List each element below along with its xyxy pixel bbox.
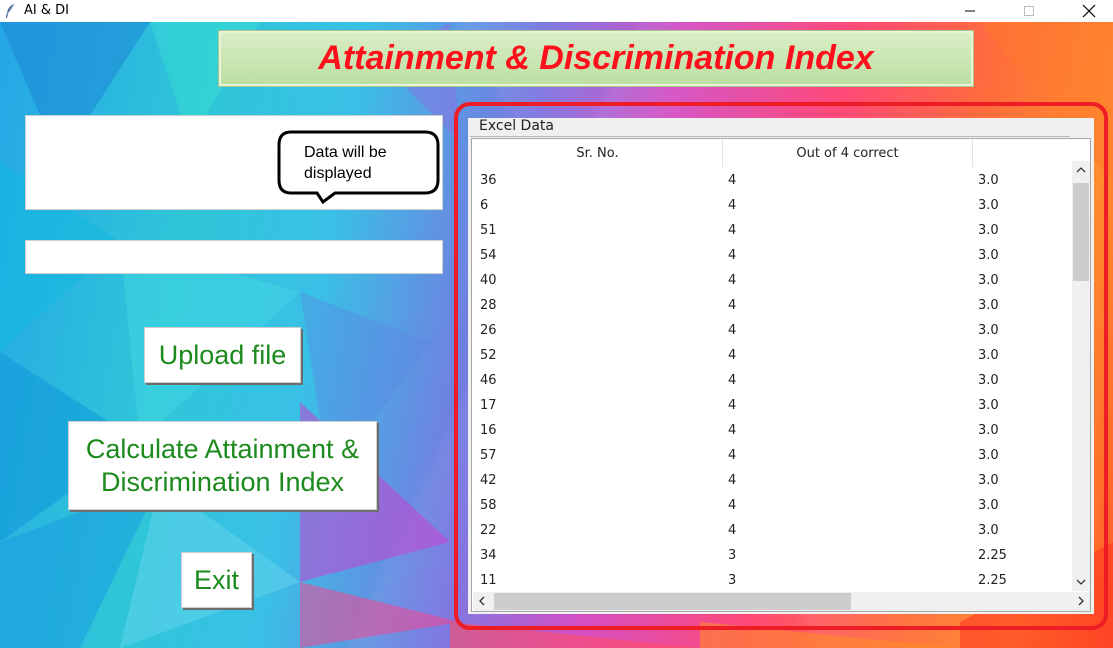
table-cell: 4: [728, 223, 737, 238]
table-cell: 11: [480, 573, 497, 588]
table-cell: 4: [728, 348, 737, 363]
table-body: 36 4 3.0 6 4 3.0 51 4 3.0 54 4 3.0 40 4 3.0 28 4 3.0 26 4 3.…: [473, 168, 1072, 591]
table-cell: 4: [728, 298, 737, 313]
table-cell: 4: [728, 498, 737, 513]
bubble-text: Data will be displayed: [304, 144, 387, 182]
table-cell: 4: [728, 198, 737, 213]
table-row[interactable]: 46 4 3.0: [473, 368, 1072, 393]
table-row[interactable]: 34 3 2.25: [473, 543, 1072, 568]
banner-title: Attainment & Discrimination Index: [318, 39, 874, 77]
minimize-icon[interactable]: [947, 0, 993, 22]
maximize-icon[interactable]: [1006, 0, 1052, 22]
table-cell: 3.0: [978, 198, 999, 213]
table-row[interactable]: 42 4 3.0: [473, 468, 1072, 493]
table-cell: 6: [480, 198, 489, 213]
frame-border-line: [470, 136, 1070, 137]
table-row[interactable]: 58 4 3.0: [473, 493, 1072, 518]
feather-icon: [4, 3, 16, 19]
title-banner: Attainment & Discrimination Index: [219, 31, 973, 86]
table-row[interactable]: 40 4 3.0: [473, 268, 1072, 293]
table-cell: 58: [480, 498, 497, 513]
table-cell: 34: [480, 548, 497, 563]
table-cell: 3.0: [978, 423, 999, 438]
table-row[interactable]: 22 4 3.0: [473, 518, 1072, 543]
excel-data-table[interactable]: Sr. No. Out of 4 correct 36 4 3.0 6 4 3.0 51 4 3…: [471, 138, 1091, 612]
excel-data-label: Excel Data: [477, 118, 556, 134]
scroll-up-icon[interactable]: [1072, 161, 1090, 179]
window-title: AI & DI: [24, 3, 69, 18]
table-cell: 3.0: [978, 273, 999, 288]
title-bar: AI & DI: [0, 0, 1113, 22]
table-row[interactable]: 28 4 3.0: [473, 293, 1072, 318]
table-row[interactable]: 52 4 3.0: [473, 343, 1072, 368]
table-row[interactable]: 26 4 3.0: [473, 318, 1072, 343]
table-cell: 4: [728, 373, 737, 388]
calculate-button[interactable]: Calculate Attainment & Discrimination In…: [68, 421, 377, 510]
table-cell: 3.0: [978, 398, 999, 413]
table-cell: 3.0: [978, 298, 999, 313]
horizontal-scrollbar[interactable]: [473, 592, 1090, 611]
horizontal-scroll-thumb[interactable]: [494, 593, 851, 610]
table-cell: 36: [480, 173, 497, 188]
table-cell: 52: [480, 348, 497, 363]
table-cell: 3.0: [978, 498, 999, 513]
column-header-sr-no[interactable]: Sr. No.: [473, 140, 723, 167]
table-cell: 2.25: [978, 573, 1007, 588]
column-header-3[interactable]: [973, 140, 1072, 167]
upload-file-button[interactable]: Upload file: [144, 327, 301, 383]
table-cell: 4: [728, 398, 737, 413]
table-cell: 3.0: [978, 248, 999, 263]
close-icon[interactable]: [1066, 0, 1112, 22]
table-cell: 4: [728, 473, 737, 488]
column-header-out-of-4-correct[interactable]: Out of 4 correct: [723, 140, 973, 167]
table-cell: 51: [480, 223, 497, 238]
scroll-right-icon[interactable]: [1072, 592, 1090, 610]
table-cell: 3: [728, 548, 737, 563]
table-cell: 17: [480, 398, 497, 413]
table-cell: 16: [480, 423, 497, 438]
table-cell: 4: [728, 273, 737, 288]
table-cell: 3.0: [978, 448, 999, 463]
table-cell: 28: [480, 298, 497, 313]
table-cell: 4: [728, 323, 737, 338]
table-cell: 22: [480, 523, 497, 538]
scroll-left-icon[interactable]: [473, 592, 491, 610]
table-cell: 57: [480, 448, 497, 463]
table-cell: 3.0: [978, 523, 999, 538]
table-cell: 3.0: [978, 323, 999, 338]
table-header: Sr. No. Out of 4 correct: [473, 140, 1072, 167]
table-row[interactable]: 17 4 3.0: [473, 393, 1072, 418]
table-cell: 4: [728, 448, 737, 463]
table-cell: 4: [728, 248, 737, 263]
table-cell: 26: [480, 323, 497, 338]
scroll-down-icon[interactable]: [1072, 573, 1090, 591]
table-cell: 42: [480, 473, 497, 488]
table-cell: 3.0: [978, 373, 999, 388]
table-cell: 2.25: [978, 548, 1007, 563]
table-row[interactable]: 16 4 3.0: [473, 418, 1072, 443]
table-cell: 3: [728, 573, 737, 588]
table-cell: 54: [480, 248, 497, 263]
table-cell: 40: [480, 273, 497, 288]
status-text-field[interactable]: [25, 240, 443, 274]
table-cell: 4: [728, 523, 737, 538]
table-row[interactable]: 11 3 2.25: [473, 568, 1072, 591]
vertical-scroll-thumb[interactable]: [1073, 183, 1089, 281]
table-row[interactable]: 6 4 3.0: [473, 193, 1072, 218]
table-cell: 4: [728, 423, 737, 438]
table-cell: 3.0: [978, 348, 999, 363]
table-row[interactable]: 54 4 3.0: [473, 243, 1072, 268]
vertical-scrollbar[interactable]: [1072, 161, 1090, 591]
exit-button[interactable]: Exit: [181, 552, 252, 608]
table-row[interactable]: 36 4 3.0: [473, 168, 1072, 193]
table-cell: 4: [728, 173, 737, 188]
app-background: Attainment & Discrimination Index Data w…: [0, 22, 1113, 648]
table-row[interactable]: 51 4 3.0: [473, 218, 1072, 243]
table-cell: 46: [480, 373, 497, 388]
table-cell: 3.0: [978, 223, 999, 238]
table-cell: 3.0: [978, 473, 999, 488]
table-row[interactable]: 57 4 3.0: [473, 443, 1072, 468]
table-cell: 3.0: [978, 173, 999, 188]
